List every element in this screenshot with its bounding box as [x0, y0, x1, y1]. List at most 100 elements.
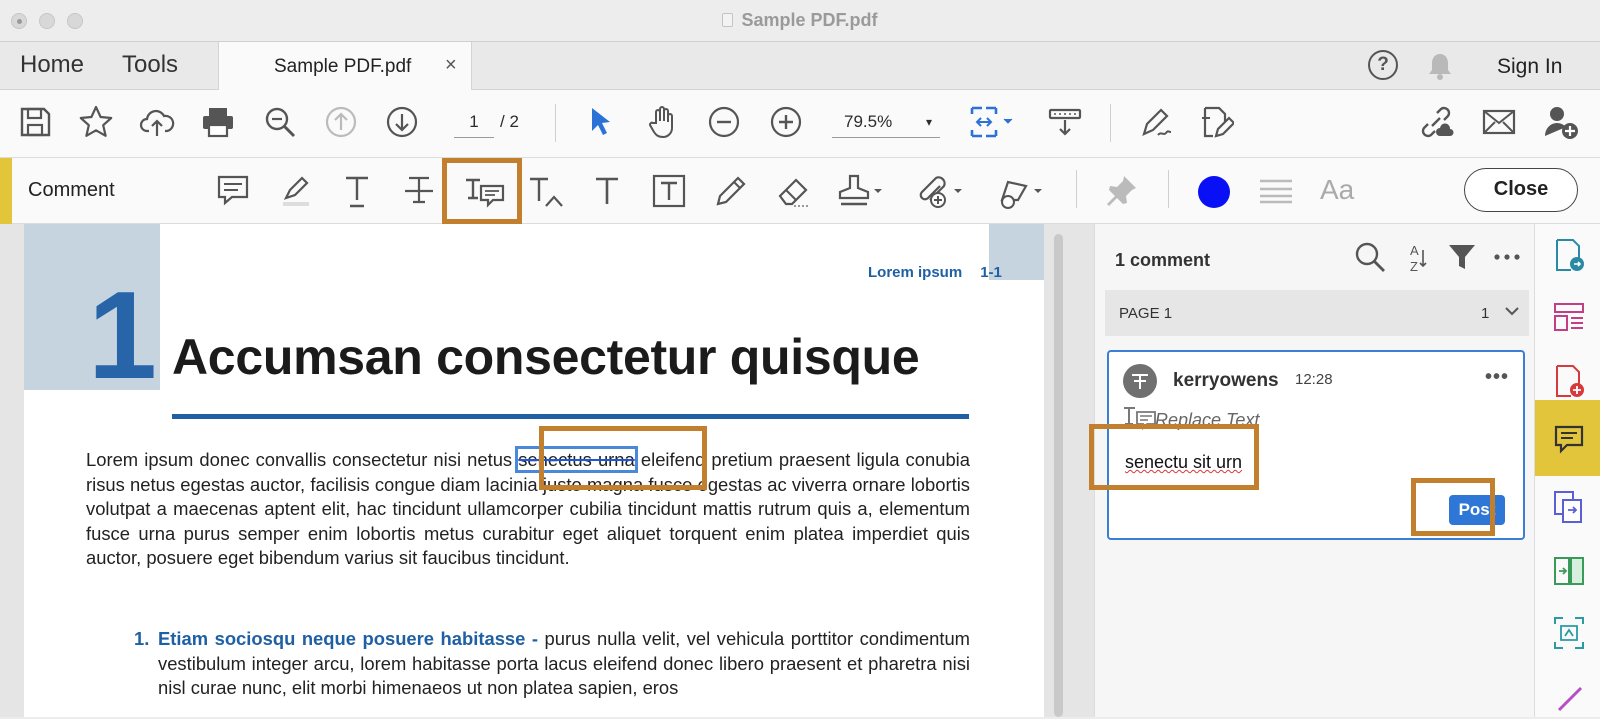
fit-page-icon[interactable]: [968, 104, 1016, 140]
acrobat-window: Sample PDF.pdf Home Tools Sample PDF.pdf…: [0, 0, 1600, 717]
page-group-header[interactable]: PAGE 1 1: [1105, 290, 1529, 336]
search-icon[interactable]: [1353, 240, 1387, 274]
insert-text-icon[interactable]: [526, 172, 564, 210]
page-group-label: PAGE 1: [1119, 305, 1173, 322]
document-scrollbar[interactable]: [1053, 228, 1063, 717]
toolbar-divider: [1110, 104, 1111, 142]
sign-in-button[interactable]: Sign In: [1497, 55, 1562, 79]
help-icon[interactable]: ?: [1368, 50, 1398, 80]
sticky-note-icon[interactable]: [214, 172, 252, 210]
running-page-number: 1-1: [980, 264, 1002, 281]
print-icon[interactable]: [200, 104, 236, 140]
main-toolbar: 1 / 2 79.5% ▾: [0, 90, 1600, 158]
replace-text-highlight-box: [442, 158, 522, 224]
toolbar-divider: [555, 104, 556, 142]
svg-text:A: A: [1410, 243, 1419, 258]
window-title: Sample PDF.pdf: [0, 10, 1600, 31]
comment-author: kerryowens: [1173, 370, 1279, 391]
title-rule: [172, 414, 969, 419]
title-bar: Sample PDF.pdf: [0, 0, 1600, 42]
tab-home[interactable]: Home: [20, 51, 84, 79]
previous-page-icon[interactable]: [323, 104, 359, 140]
next-page-icon[interactable]: [384, 104, 420, 140]
pencil-draw-icon[interactable]: [712, 172, 750, 210]
eraser-icon[interactable]: [774, 172, 812, 210]
comment-mode-indicator: [0, 158, 12, 224]
comment-toolbar: Comment: [0, 158, 1600, 224]
combine-files-icon[interactable]: [1553, 490, 1585, 524]
edit-pdf-icon[interactable]: [1198, 104, 1236, 140]
comment-tool-icon[interactable]: [1553, 422, 1585, 456]
comment-toolbar-divider: [1168, 170, 1169, 208]
tab-bar: Home Tools Sample PDF.pdf × ? Sign In: [0, 42, 1600, 90]
comment-toolbar-divider: [1076, 170, 1077, 208]
svg-text:Z: Z: [1410, 259, 1418, 274]
filter-icon[interactable]: [1445, 240, 1479, 274]
export-pdf-icon[interactable]: [1553, 238, 1585, 272]
stamp-icon[interactable]: [836, 172, 884, 210]
text-box-icon[interactable]: [650, 172, 688, 210]
pdf-document-icon: [722, 13, 734, 27]
tab-document[interactable]: Sample PDF.pdf ×: [218, 42, 472, 90]
add-text-icon[interactable]: [588, 172, 626, 210]
shapes-icon[interactable]: [994, 172, 1044, 210]
comment-toolbar-label: Comment: [28, 179, 115, 201]
sort-az-icon[interactable]: AZ: [1401, 240, 1435, 274]
scrollbar-thumb[interactable]: [1054, 234, 1063, 717]
replaced-text-highlight-box: [539, 426, 707, 490]
avatar: [1123, 364, 1157, 398]
fill-sign-icon[interactable]: [1553, 680, 1585, 714]
zoom-in-icon[interactable]: [768, 104, 804, 140]
zoom-search-icon[interactable]: [262, 104, 298, 140]
pdf-page: 1 Lorem ipsum 1-1 Accumsan consectetur qu…: [24, 224, 1044, 717]
compress-pdf-icon[interactable]: [1553, 554, 1585, 588]
comment-time: 12:28: [1295, 371, 1333, 388]
text-properties-icon[interactable]: Aa: [1320, 174, 1354, 206]
add-user-icon[interactable]: [1543, 104, 1579, 140]
body-paragraph[interactable]: Lorem ipsum donec convallis consectetur …: [86, 446, 970, 571]
document-title: Accumsan consectetur quisque: [172, 329, 920, 385]
fill-sign-pen-icon[interactable]: [1138, 104, 1174, 140]
notification-bell-icon[interactable]: [1427, 52, 1453, 80]
tab-document-label: Sample PDF.pdf: [274, 56, 412, 77]
select-cursor-icon[interactable]: [583, 104, 619, 140]
chapter-number: 1: [88, 267, 157, 405]
zoom-level-select[interactable]: 79.5% ▾: [832, 108, 940, 138]
bookmark-star-icon[interactable]: [78, 104, 114, 140]
comment-more-button[interactable]: •••: [1485, 366, 1509, 389]
email-icon[interactable]: [1481, 104, 1517, 140]
color-picker-swatch[interactable]: [1198, 176, 1230, 208]
line-thickness-icon[interactable]: [1260, 178, 1292, 204]
underline-text-icon[interactable]: [338, 172, 376, 210]
comments-pane: 1 comment AZ PAGE 1 1 kerryowens 12:28 •…: [1089, 224, 1534, 717]
comment-count: 1 comment: [1115, 250, 1211, 270]
close-comment-button[interactable]: Close: [1464, 168, 1578, 212]
cloud-upload-icon[interactable]: [139, 104, 175, 140]
pin-icon[interactable]: [1102, 172, 1140, 210]
organize-pages-icon[interactable]: [1553, 300, 1585, 334]
scan-ocr-icon[interactable]: [1553, 616, 1585, 650]
share-link-icon[interactable]: [1418, 104, 1454, 140]
hand-tool-icon[interactable]: [645, 104, 681, 140]
zoom-level-value: 79.5%: [844, 112, 893, 131]
more-options-icon[interactable]: [1490, 240, 1524, 274]
zoom-out-icon[interactable]: [706, 104, 742, 140]
tab-tools[interactable]: Tools: [122, 51, 178, 79]
highlight-text-icon[interactable]: [276, 172, 314, 210]
document-viewport[interactable]: 1 Lorem ipsum 1-1 Accumsan consectetur qu…: [0, 224, 1094, 717]
page-number-input[interactable]: 1: [454, 108, 494, 138]
right-tools-rail: [1534, 224, 1600, 717]
window-title-text: Sample PDF.pdf: [741, 10, 878, 30]
comment-text-highlight-box: [1089, 424, 1259, 490]
scroll-mode-icon[interactable]: [1047, 104, 1083, 140]
chevron-down-icon: ▾: [925, 115, 932, 129]
close-tab-button[interactable]: ×: [445, 54, 457, 77]
create-pdf-icon[interactable]: [1553, 364, 1585, 398]
chevron-down-icon[interactable]: [1503, 302, 1521, 320]
save-icon[interactable]: [17, 104, 53, 140]
strikethrough-text-icon[interactable]: [400, 172, 438, 210]
running-head: Lorem ipsum 1-1: [868, 264, 1002, 281]
attach-file-icon[interactable]: [914, 172, 964, 210]
list-number: 1.: [134, 628, 150, 649]
page-total: / 2: [500, 112, 519, 131]
